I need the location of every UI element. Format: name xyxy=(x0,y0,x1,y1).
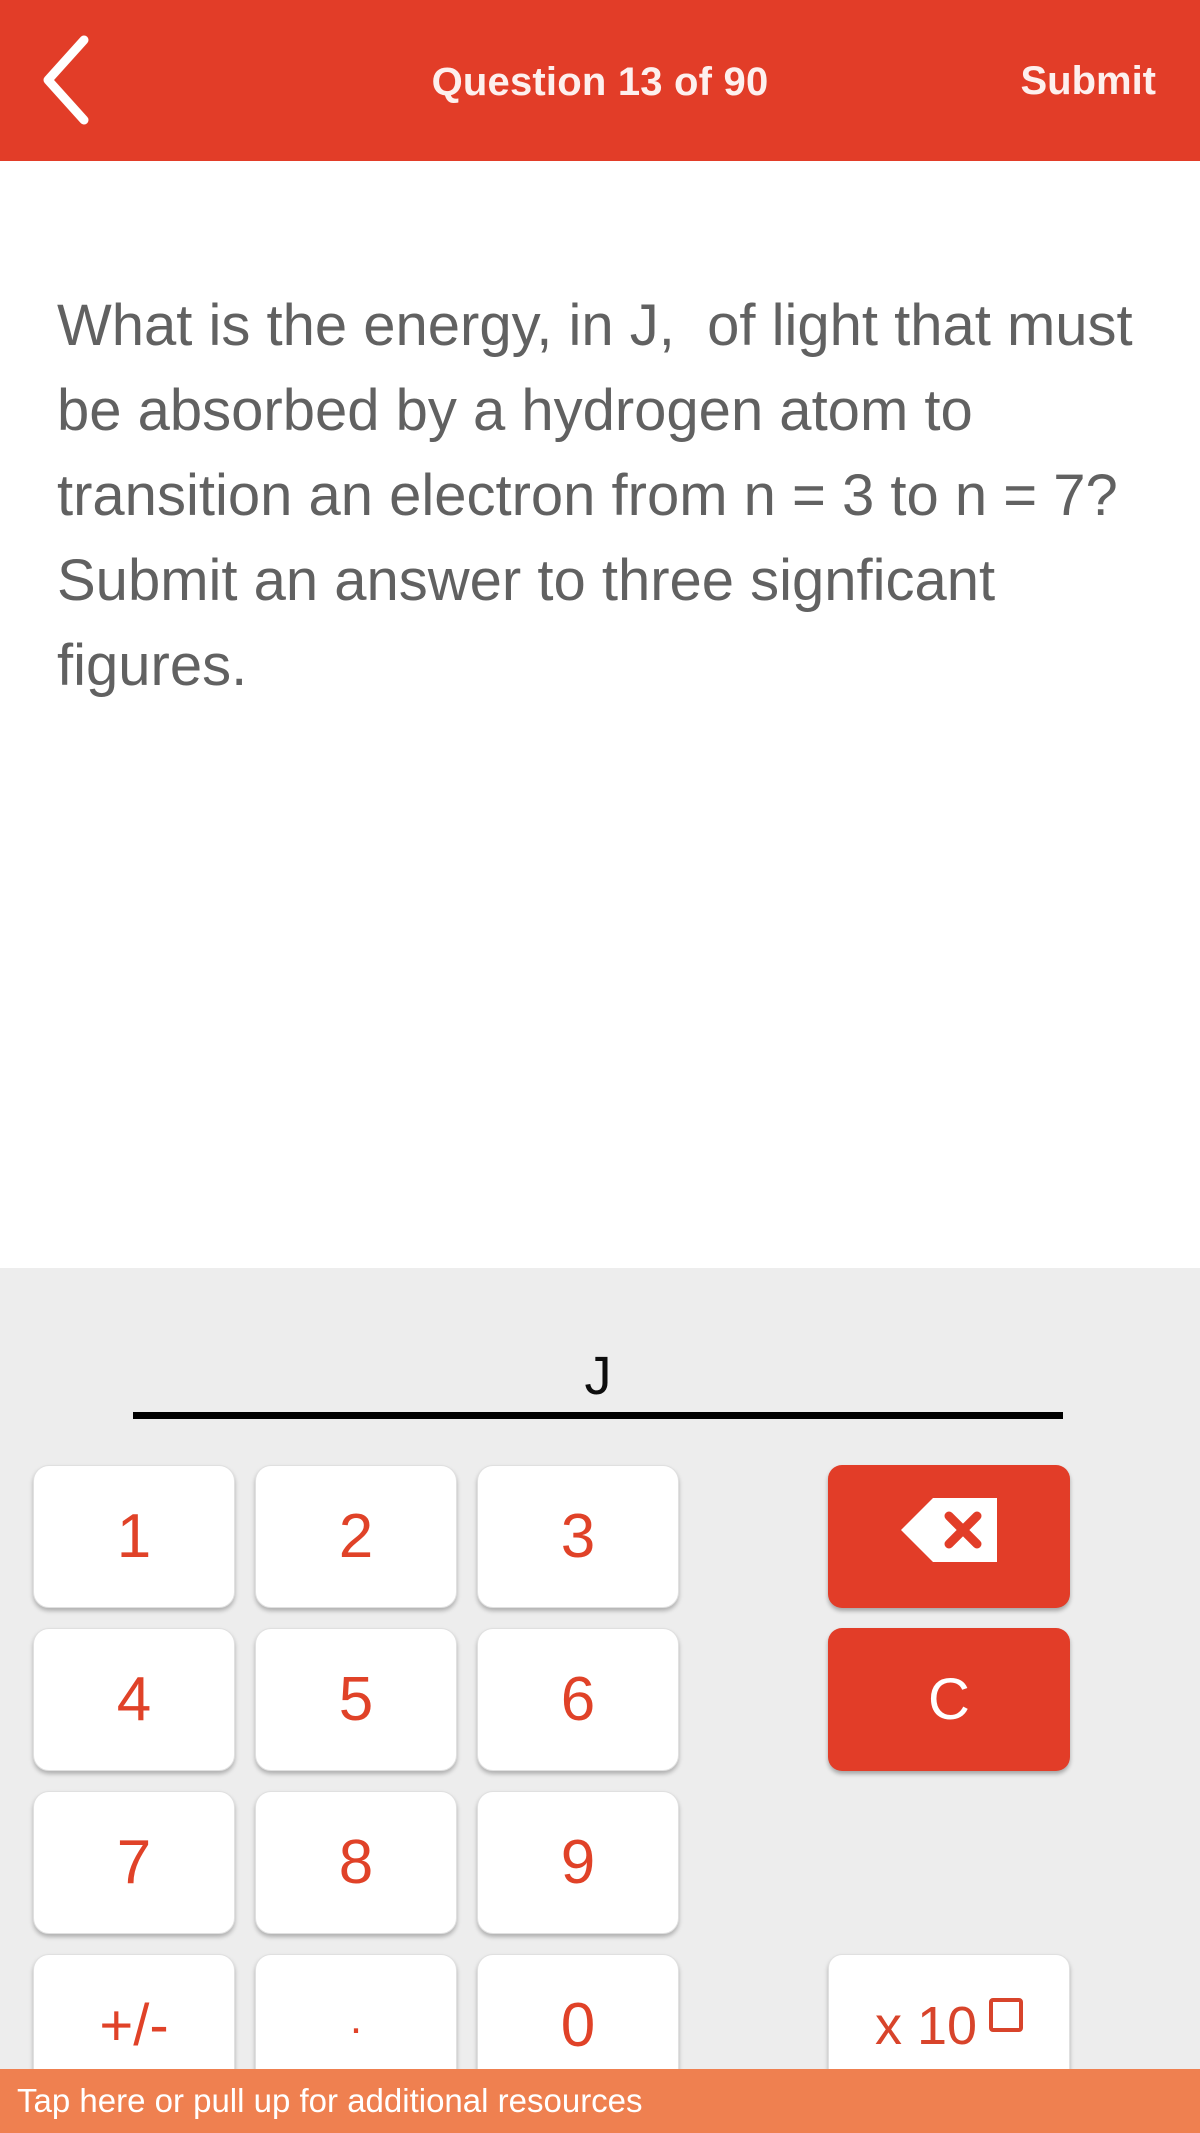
additional-resources-bar[interactable]: Tap here or pull up for additional resou… xyxy=(0,2069,1200,2133)
exponent-inner: x 10 xyxy=(874,1995,1024,2056)
answer-unit-label: J xyxy=(584,1346,612,1406)
key-7[interactable]: 7 xyxy=(33,1791,235,1934)
key-6[interactable]: 6 xyxy=(477,1628,679,1771)
key-1[interactable]: 1 xyxy=(33,1465,235,1608)
key-label: 3 xyxy=(560,1501,596,1571)
keypad-panel: J 1 2 3 4 5 6 7 8 9 +/- . 0 C x 10 xyxy=(0,1268,1200,2097)
key-3[interactable]: 3 xyxy=(477,1465,679,1608)
key-label: 8 xyxy=(338,1827,374,1897)
key-label: 2 xyxy=(338,1501,374,1571)
key-label: 7 xyxy=(116,1827,152,1897)
key-label: +/- xyxy=(99,1992,169,2058)
exponent-placeholder-box xyxy=(989,1997,1024,2032)
key-label: 9 xyxy=(560,1827,596,1897)
key-label: x 10 xyxy=(874,1995,978,2056)
app-header: Question 13 of 90 Submit xyxy=(0,0,1200,161)
backspace-delete-icon xyxy=(897,1494,1001,1580)
key-label: 0 xyxy=(560,1990,596,2060)
clear-button[interactable]: C xyxy=(828,1628,1070,1771)
key-label: 4 xyxy=(116,1664,152,1734)
question-text: What is the energy, in J, of light that … xyxy=(57,293,1149,698)
key-2[interactable]: 2 xyxy=(255,1465,457,1608)
additional-resources-label: Tap here or pull up for additional resou… xyxy=(17,2082,643,2119)
question-area: What is the energy, in J, of light that … xyxy=(0,161,1200,1268)
submit-button[interactable]: Submit xyxy=(1020,58,1156,104)
key-label: 6 xyxy=(560,1664,596,1734)
answer-input[interactable]: J xyxy=(133,1290,1063,1412)
key-label: C xyxy=(928,1667,970,1732)
key-9[interactable]: 9 xyxy=(477,1791,679,1934)
key-4[interactable]: 4 xyxy=(33,1628,235,1771)
key-label: 1 xyxy=(116,1501,152,1571)
key-label: 5 xyxy=(338,1664,374,1734)
key-8[interactable]: 8 xyxy=(255,1791,457,1934)
backspace-button[interactable] xyxy=(828,1465,1070,1608)
keypad-keys: 1 2 3 4 5 6 7 8 9 +/- . 0 C x 10 xyxy=(0,1465,1200,2097)
key-5[interactable]: 5 xyxy=(255,1628,457,1771)
key-label: . xyxy=(349,1993,363,2043)
answer-underline xyxy=(133,1412,1063,1419)
